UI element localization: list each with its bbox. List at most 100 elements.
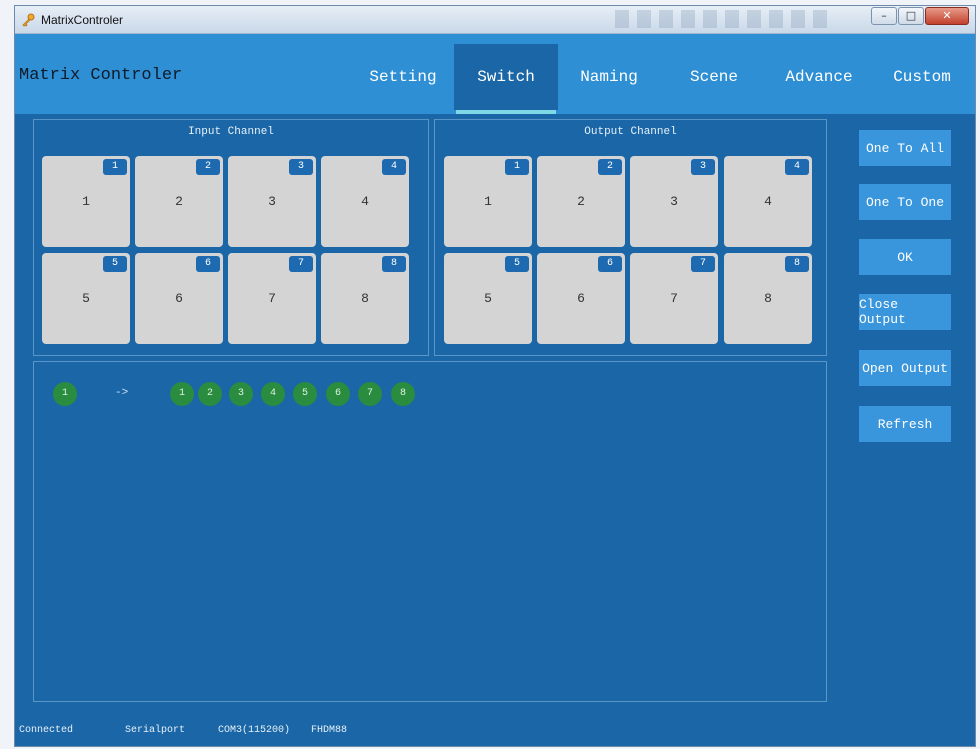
channel-badge: 1: [103, 159, 127, 175]
input-channel-3[interactable]: 3 3: [228, 156, 316, 247]
tab-label: Naming: [580, 68, 638, 86]
channel-badge: 5: [103, 256, 127, 272]
open-output-button[interactable]: Open Output: [859, 350, 951, 386]
output-channel-4[interactable]: 4 4: [724, 156, 812, 247]
input-channel-4[interactable]: 4 4: [321, 156, 409, 247]
source-node: 1: [53, 382, 77, 406]
input-channel-2[interactable]: 2 2: [135, 156, 223, 247]
channel-badge: 1: [505, 159, 529, 175]
input-channel-7[interactable]: 7 7: [228, 253, 316, 344]
routing-panel: [33, 361, 827, 702]
channel-label: 5: [82, 291, 90, 306]
output-channel-8[interactable]: 8 8: [724, 253, 812, 344]
maximize-button[interactable]: □: [898, 7, 924, 25]
background-blur: [615, 10, 835, 28]
close-icon: ✕: [942, 9, 952, 22]
output-panel-title: Output Channel: [584, 126, 677, 138]
active-tab-indicator: [456, 110, 556, 114]
target-node: 5: [293, 382, 317, 406]
tab-naming[interactable]: Naming: [561, 44, 657, 110]
channel-label: 6: [175, 291, 183, 306]
tab-label: Custom: [893, 68, 951, 86]
tab-label: Scene: [689, 68, 738, 86]
key-icon: [22, 13, 35, 27]
connection-status: Connected: [19, 725, 74, 736]
close-output-button[interactable]: Close Output: [859, 294, 951, 330]
output-channel-2[interactable]: 2 2: [537, 156, 625, 247]
input-panel-title: Input Channel: [188, 126, 274, 138]
channel-badge: 5: [505, 256, 529, 272]
channel-label: 4: [764, 194, 772, 209]
input-channel-panel: Input Channel 1 1 2 2 3 3 4 4 5 5 6 6 7 …: [33, 119, 429, 356]
channel-badge: 6: [196, 256, 220, 272]
channel-label: 1: [82, 194, 90, 209]
close-button[interactable]: ✕: [925, 7, 969, 25]
one-to-all-button[interactable]: One To All: [859, 130, 951, 166]
channel-badge: 4: [785, 159, 809, 175]
port-status: COM3(115200): [218, 725, 291, 736]
tab-setting[interactable]: Setting: [355, 44, 451, 110]
channel-badge: 2: [196, 159, 220, 175]
target-node: 4: [261, 382, 285, 406]
app-window: MatrixControler – □ ✕ Matrix Controler S…: [14, 5, 976, 747]
port-type-status: Serialport: [125, 725, 186, 736]
tab-label: Setting: [369, 68, 437, 86]
channel-badge: 2: [598, 159, 622, 175]
title-bar: MatrixControler – □ ✕: [15, 6, 975, 34]
app-title: Matrix Controler: [19, 66, 183, 85]
mapping-arrow: ->: [115, 387, 129, 399]
channel-label: 4: [361, 194, 369, 209]
output-channel-1[interactable]: 1 1: [444, 156, 532, 247]
channel-label: 8: [361, 291, 369, 306]
channel-label: 7: [670, 291, 678, 306]
channel-badge: 7: [691, 256, 715, 272]
channel-badge: 8: [785, 256, 809, 272]
device-status: FHDM88: [311, 725, 348, 736]
channel-label: 2: [577, 194, 585, 209]
channel-badge: 3: [691, 159, 715, 175]
window-title: MatrixControler: [41, 13, 124, 27]
output-channel-panel: Output Channel 1 1 2 2 3 3 4 4 5 5 6 6 7…: [434, 119, 827, 356]
channel-label: 6: [577, 291, 585, 306]
input-channel-6[interactable]: 6 6: [135, 253, 223, 344]
channel-badge: 3: [289, 159, 313, 175]
window-controls: – □ ✕: [871, 7, 969, 25]
target-node: 8: [391, 382, 415, 406]
target-node: 3: [229, 382, 253, 406]
output-channel-7[interactable]: 7 7: [630, 253, 718, 344]
channel-label: 8: [764, 291, 772, 306]
output-channel-3[interactable]: 3 3: [630, 156, 718, 247]
channel-badge: 6: [598, 256, 622, 272]
tab-advance[interactable]: Advance: [771, 44, 867, 110]
refresh-button[interactable]: Refresh: [859, 406, 951, 442]
one-to-one-button[interactable]: One To One: [859, 184, 951, 220]
channel-label: 3: [670, 194, 678, 209]
target-node: 7: [358, 382, 382, 406]
target-node: 1: [170, 382, 194, 406]
channel-label: 2: [175, 194, 183, 209]
minimize-button[interactable]: –: [871, 7, 897, 25]
channel-badge: 7: [289, 256, 313, 272]
input-channel-1[interactable]: 1 1: [42, 156, 130, 247]
tab-switch[interactable]: Switch: [454, 44, 558, 114]
channel-badge: 8: [382, 256, 406, 272]
minimize-icon: –: [881, 9, 887, 22]
output-channel-5[interactable]: 5 5: [444, 253, 532, 344]
app-header: Matrix Controler Setting Switch Naming S…: [15, 34, 975, 114]
tab-custom[interactable]: Custom: [873, 44, 971, 110]
tab-label: Advance: [785, 68, 853, 86]
input-channel-8[interactable]: 8 8: [321, 253, 409, 344]
maximize-icon: □: [905, 9, 917, 22]
target-node: 2: [198, 382, 222, 406]
tab-label: Switch: [477, 68, 535, 86]
channel-badge: 4: [382, 159, 406, 175]
tab-scene[interactable]: Scene: [666, 44, 762, 110]
channel-label: 3: [268, 194, 276, 209]
target-node: 6: [326, 382, 350, 406]
channel-label: 1: [484, 194, 492, 209]
channel-label: 7: [268, 291, 276, 306]
channel-label: 5: [484, 291, 492, 306]
output-channel-6[interactable]: 6 6: [537, 253, 625, 344]
ok-button[interactable]: OK: [859, 239, 951, 275]
input-channel-5[interactable]: 5 5: [42, 253, 130, 344]
